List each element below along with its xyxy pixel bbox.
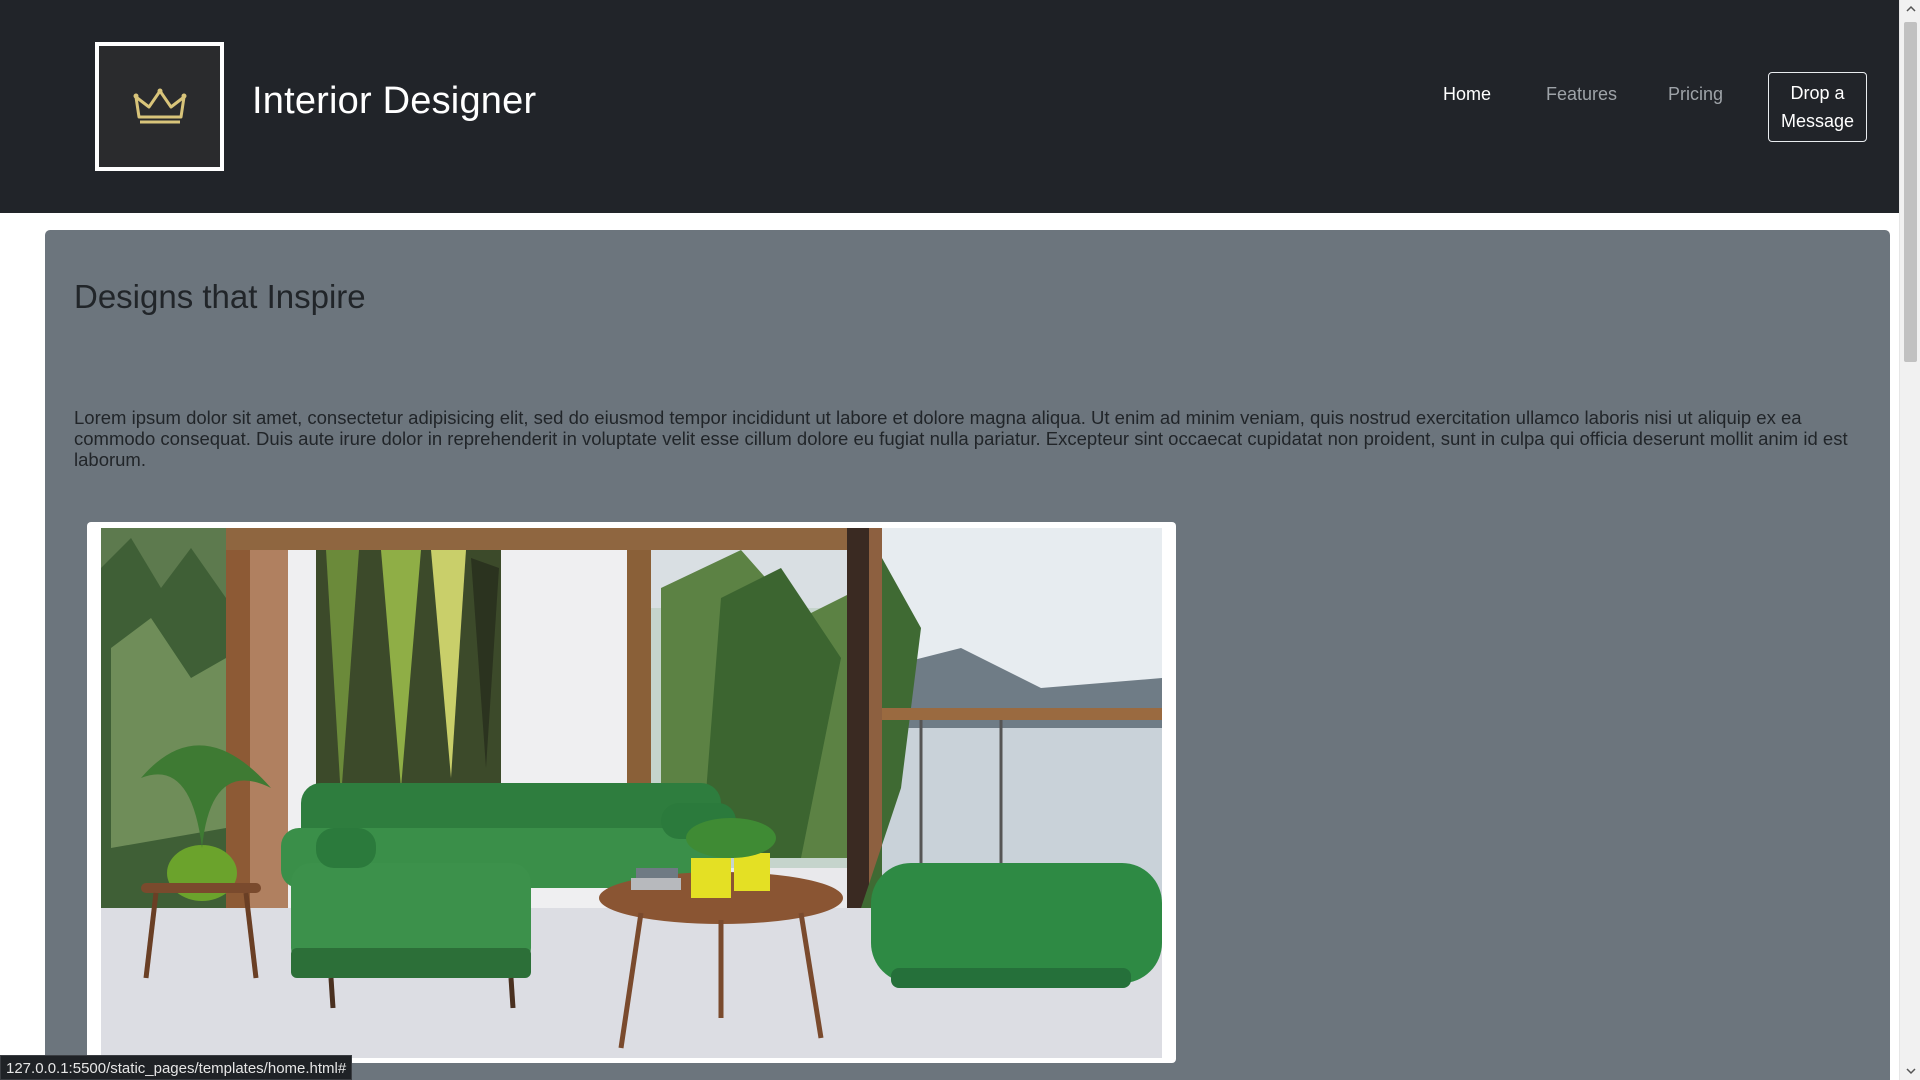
scroll-thumb[interactable] — [1904, 22, 1917, 362]
scroll-down-arrow-icon[interactable] — [1900, 1062, 1920, 1080]
nav-features[interactable]: Features — [1546, 84, 1617, 105]
intro-paragraph: Lorem ipsum dolor sit amet, consectetur … — [74, 407, 1848, 470]
page-title: Designs that Inspire — [74, 278, 366, 315]
nav-home[interactable]: Home — [1443, 84, 1491, 105]
living-room-image — [101, 528, 1162, 1058]
logo[interactable] — [95, 42, 224, 171]
crown-icon — [133, 88, 186, 123]
status-bar-url: 127.0.0.1:5500/static_pages/templates/ho… — [0, 1055, 353, 1080]
page-scrollbar[interactable] — [1899, 0, 1920, 1080]
drop-message-button[interactable]: Drop a Message — [1768, 72, 1867, 142]
scroll-up-arrow-icon[interactable] — [1900, 0, 1920, 18]
nav-pricing[interactable]: Pricing — [1668, 84, 1723, 105]
brand-name[interactable]: Interior Designer — [252, 80, 536, 123]
navbar: Interior Designer Home Features Pricing … — [0, 0, 1899, 213]
